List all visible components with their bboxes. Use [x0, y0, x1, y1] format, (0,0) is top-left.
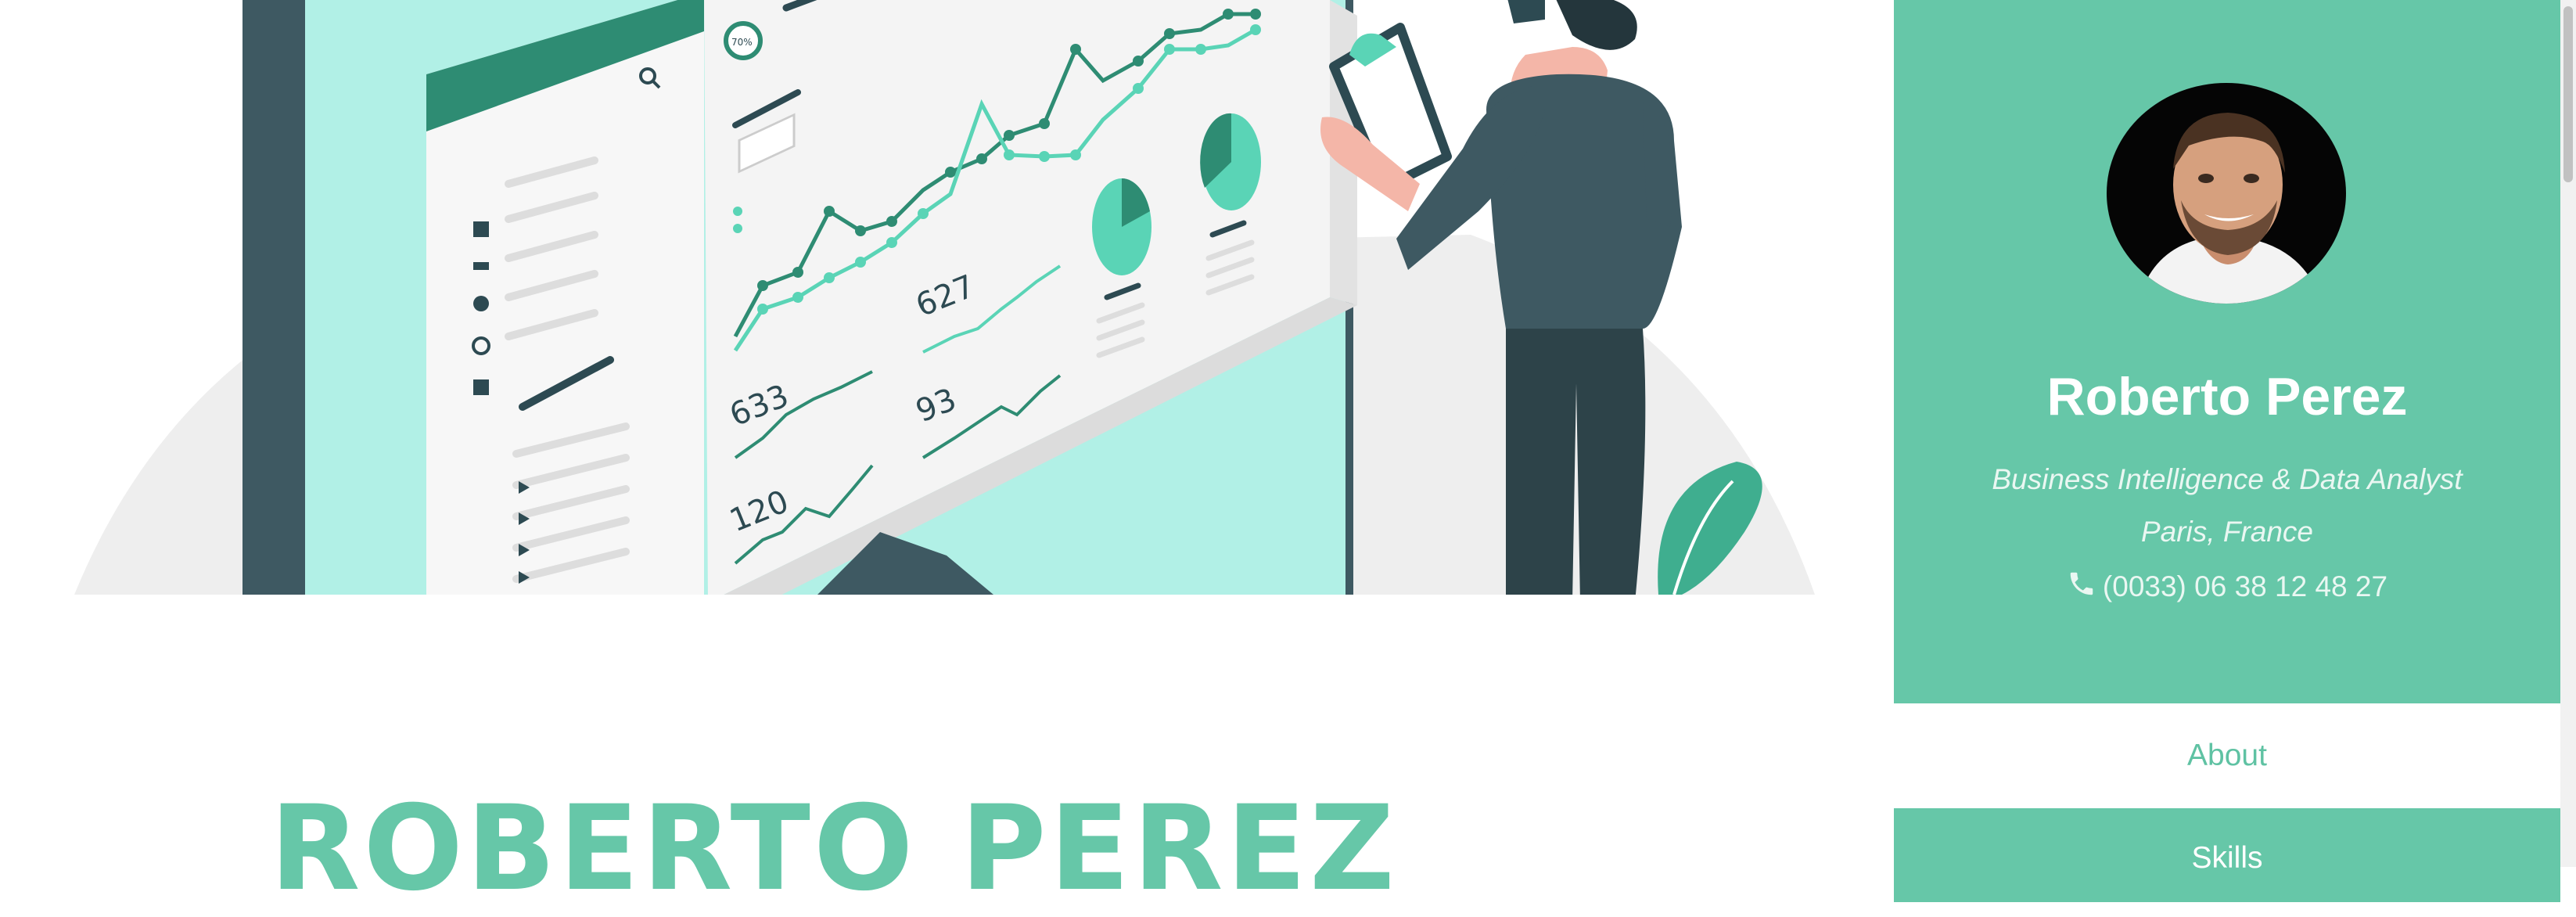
profile-phone[interactable]: (0033) 06 38 12 48 27 — [1894, 569, 2560, 606]
gauge-label: 70% — [731, 37, 753, 48]
profile-photo — [2107, 83, 2346, 304]
nav-about[interactable]: About — [1894, 703, 2560, 808]
phone-number: (0033) 06 38 12 48 27 — [2102, 570, 2388, 602]
profile-name: Roberto Perez — [2046, 367, 2408, 426]
profile-role: Business Intelligence & Data Analyst — [1992, 463, 2463, 495]
scrollbar-thumb[interactable] — [2563, 6, 2573, 182]
phone-icon — [2067, 569, 2096, 606]
sidebar-panel — [426, 0, 704, 595]
page-title: ROBERTO PEREZ — [270, 781, 1398, 917]
page-scrollbar[interactable] — [2560, 0, 2576, 867]
hero-banner: 70% 627 633 93 120 — [0, 0, 1893, 595]
avatar-portrait — [2138, 113, 2322, 304]
nav-skills[interactable]: Skills — [1894, 808, 2560, 902]
analytics-dashboard-illustration: 70% 627 633 93 120 — [74, 0, 1815, 595]
profile-location: Paris, France — [2140, 516, 2313, 548]
profile-card: Roberto Perez Business Intelligence & Da… — [1894, 0, 2560, 703]
nav-skills-label: Skills — [2191, 841, 2263, 875]
profile-sidebar: Roberto Perez Business Intelligence & Da… — [1894, 0, 2560, 902]
